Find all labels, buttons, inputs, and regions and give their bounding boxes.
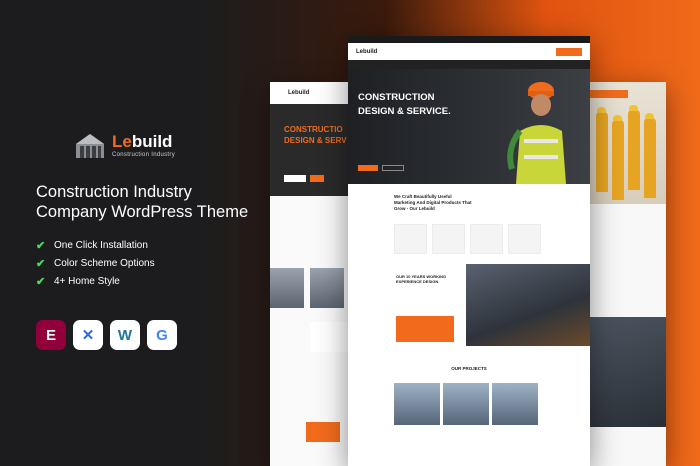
mockup-projects: OUR PROJECTS <box>348 366 590 425</box>
mockup-right <box>588 82 666 466</box>
mockup-left-block <box>310 322 350 352</box>
feature-label: One Click Installation <box>54 239 148 251</box>
hard-hat-icon <box>645 113 654 119</box>
worker-figure <box>596 112 608 192</box>
mockup-experience-photo <box>466 264 590 346</box>
headline: Construction Industry Company WordPress … <box>36 182 266 222</box>
feature-list: ✔ One Click Installation ✔ Color Scheme Op… <box>36 236 155 290</box>
feature-item: ✔ Color Scheme Options <box>36 254 155 272</box>
promo-banner: Lebuild Construction Industry Constructi… <box>0 0 700 466</box>
mockup-experience-title: OUR 10 YEARS WORKING EXPERIENCE DESIGN. <box>396 274 447 284</box>
check-icon: ✔ <box>36 275 46 288</box>
worker-figure <box>612 120 624 200</box>
mockup-hero-button-alt <box>382 165 404 171</box>
hard-hat-icon <box>597 107 606 113</box>
mockup-hero: CONSTRUCTION DESIGN & SERVICE. <box>348 69 590 184</box>
mockup-left-hero-button <box>284 175 306 182</box>
brand-name: Lebuild <box>112 133 175 150</box>
wordpress-icon: W <box>110 320 140 350</box>
mockup-left-header: Lebuild <box>270 82 350 104</box>
mockup-project-thumb <box>443 383 489 425</box>
mockup-feature-card <box>394 224 427 254</box>
mockup-left: Lebuild CONSTRUCTIO DESIGN & SERV <box>270 82 350 466</box>
mockup-experience-box <box>396 316 454 342</box>
mockup-left-image <box>310 268 344 308</box>
mockup-feature-card <box>470 224 503 254</box>
mockup-left-hero: CONSTRUCTIO DESIGN & SERV <box>270 104 350 196</box>
mockup-header: Lebuild <box>348 43 590 60</box>
mockup-feature-cards <box>348 224 590 254</box>
mockup-nav <box>348 60 590 69</box>
mockup-right-hero <box>588 82 666 204</box>
elementor-icon: E <box>36 320 66 350</box>
headline-line-2: Company WordPress Theme <box>36 203 249 221</box>
mockup-feature-card <box>432 224 465 254</box>
mockup-right-photo <box>588 317 666 427</box>
mockup-projects-grid <box>348 383 590 425</box>
mockup-project-thumb <box>492 383 538 425</box>
brand-name-prefix: Le <box>112 131 132 151</box>
brand-tagline: Construction Industry <box>112 151 175 158</box>
xtemplate-icon: ✕ <box>73 320 103 350</box>
mockup-projects-title: OUR PROJECTS <box>451 366 487 371</box>
mockup-left-hero-title-2: DESIGN & SERV <box>284 136 347 145</box>
check-icon: ✔ <box>36 239 46 252</box>
worker-figure <box>644 118 656 198</box>
check-icon: ✔ <box>36 257 46 270</box>
mockup-about-title: We Craft Beautifully Useful Marketing An… <box>394 194 472 211</box>
hard-hat-icon <box>629 105 638 111</box>
mockup-main: Lebuild CONSTRUCTION DESIGN & SERVICE. W… <box>348 36 590 466</box>
feature-item: ✔ 4+ Home Style <box>36 272 155 290</box>
mockup-left-image <box>270 268 304 308</box>
mockup-experience: OUR 10 YEARS WORKING EXPERIENCE DESIGN. <box>348 264 590 346</box>
mockup-left-hero-button-alt <box>310 175 324 182</box>
mockup-topbar <box>348 36 590 43</box>
feature-label: Color Scheme Options <box>54 257 155 269</box>
brand-logo: Lebuild Construction Industry <box>74 132 175 158</box>
plugin-badges: E ✕ W G <box>36 320 177 350</box>
hard-hat-icon <box>613 115 622 121</box>
mockup-left-hero-title-1: CONSTRUCTIO <box>284 125 343 134</box>
worker-figure <box>628 110 640 190</box>
mockup-left-orange-box <box>306 422 340 442</box>
building-icon <box>76 134 104 158</box>
mockup-feature-card <box>508 224 541 254</box>
headline-line-1: Construction Industry <box>36 183 192 201</box>
brand-name-suffix: build <box>131 131 173 151</box>
mockup-logo: Lebuild <box>356 48 378 55</box>
mockup-project-thumb <box>394 383 440 425</box>
mockup-about: We Craft Beautifully Useful Marketing An… <box>348 184 590 224</box>
google-translate-icon: G <box>147 320 177 350</box>
mockup-right-cta <box>588 90 628 98</box>
feature-item: ✔ One Click Installation <box>36 236 155 254</box>
construction-worker-image <box>507 82 566 184</box>
feature-label: 4+ Home Style <box>54 275 120 287</box>
mockup-hero-button <box>358 165 378 171</box>
mockup-cta-button <box>556 47 582 56</box>
